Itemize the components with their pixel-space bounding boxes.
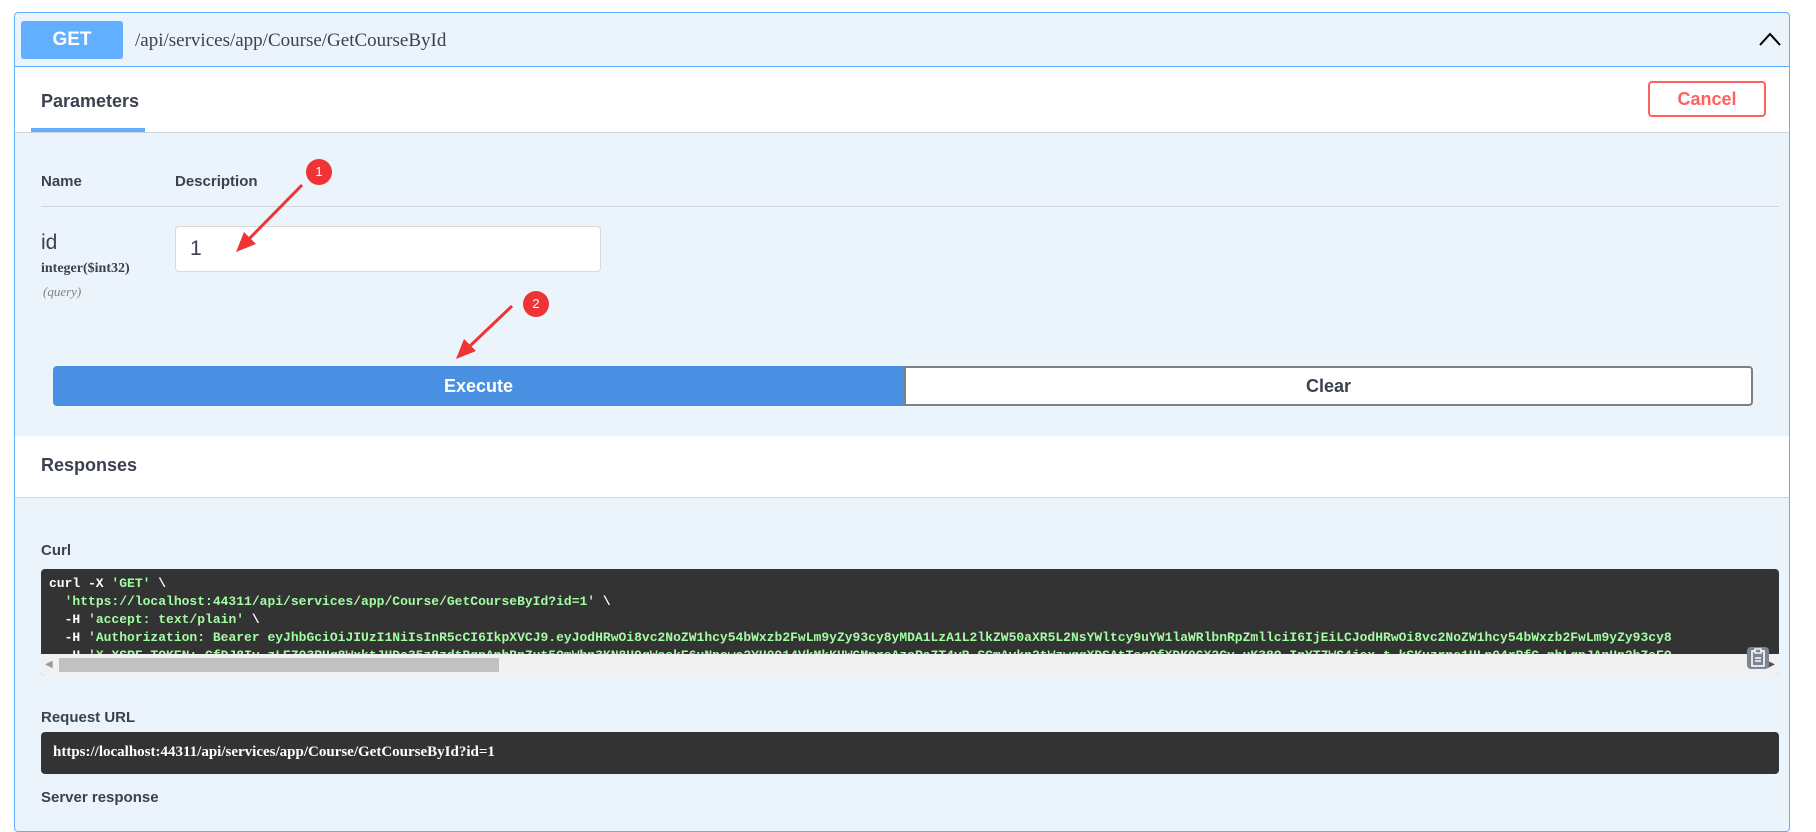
execute-wrapper: Execute Clear	[53, 366, 1753, 406]
operation-path: /api/services/app/Course/GetCourseById	[135, 30, 447, 51]
request-url: https://localhost:44311/api/services/app…	[53, 744, 495, 760]
server-response-label: Server response	[41, 789, 159, 806]
annotation-badge-2: 2	[523, 291, 549, 317]
responses-title: Responses	[41, 455, 138, 475]
curl-command: curl -X 'GET' \ 'https://localhost:44311…	[49, 575, 1672, 665]
request-url-block[interactable]: https://localhost:44311/api/services/app…	[41, 732, 1779, 774]
param-type: integer($int32)	[41, 261, 130, 276]
chevron-up-icon[interactable]	[1757, 29, 1783, 49]
curl-line: -H 'Authorization: Bearer eyJhbGciOiJIUz…	[49, 630, 1672, 645]
header-divider	[41, 206, 1779, 207]
scrollbar-thumb[interactable]	[59, 658, 499, 672]
id-input[interactable]	[175, 226, 601, 272]
column-header-name: Name	[41, 173, 82, 190]
copy-icon[interactable]	[1747, 647, 1769, 669]
execute-button[interactable]: Execute	[53, 366, 904, 406]
cancel-button[interactable]: Cancel	[1648, 81, 1766, 117]
curl-line: curl -X 'GET' \	[49, 576, 167, 591]
operation-block: GET /api/services/app/Course/GetCourseBy…	[14, 12, 1790, 832]
column-header-description: Description	[175, 173, 258, 190]
tab-active-indicator	[31, 128, 145, 132]
curl-line: -H 'accept: text/plain' \	[49, 612, 260, 627]
clear-button[interactable]: Clear	[904, 366, 1753, 406]
horizontal-scrollbar[interactable]: ◀ ▶	[41, 654, 1779, 676]
parameters-header: Parameters Cancel	[15, 67, 1789, 133]
curl-code-block[interactable]: curl -X 'GET' \ 'https://localhost:44311…	[41, 569, 1779, 676]
annotation-badge-1: 1	[306, 159, 332, 185]
operation-summary[interactable]: GET /api/services/app/Course/GetCourseBy…	[15, 13, 1789, 67]
tab-parameters[interactable]: Parameters	[41, 91, 139, 112]
responses-header: Responses	[15, 436, 1789, 498]
scroll-left-arrow-icon[interactable]: ◀	[45, 659, 53, 670]
curl-line: 'https://localhost:44311/api/services/ap…	[64, 594, 611, 609]
request-url-label: Request URL	[41, 709, 136, 726]
curl-label: Curl	[41, 542, 71, 559]
param-name: id	[41, 231, 58, 254]
param-location: (query)	[43, 284, 82, 299]
http-method-badge: GET	[21, 21, 123, 59]
